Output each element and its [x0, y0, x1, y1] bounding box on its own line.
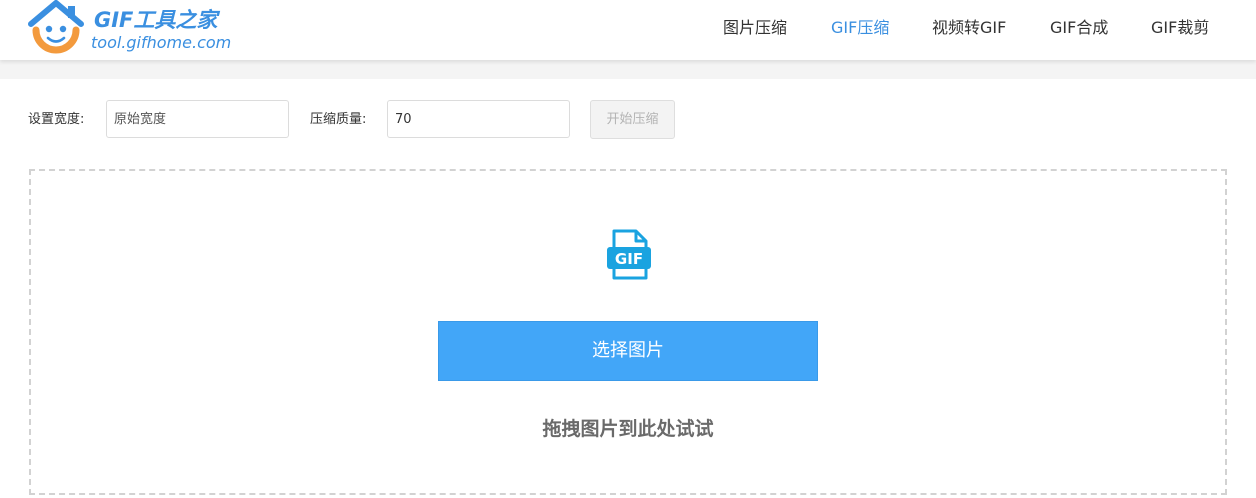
quality-input[interactable]: [387, 100, 570, 138]
nav-item-gif-compress[interactable]: GIF压缩: [831, 17, 889, 39]
drop-hint-text: 拖拽图片到此处试试: [542, 418, 714, 440]
gif-icon-text: GIF: [615, 250, 643, 268]
site-logo[interactable]: GIF工具之家 tool.gifhome.com: [28, 0, 268, 60]
nav-item-video-to-gif[interactable]: 视频转GIF: [932, 17, 1006, 39]
logo-domain: tool.gifhome.com: [91, 33, 232, 52]
gif-file-icon: GIF: [607, 229, 651, 280]
nav-item-gif-merge[interactable]: GIF合成: [1050, 17, 1108, 39]
upload-dropzone[interactable]: GIF 选择图片 拖拽图片到此处试试: [29, 169, 1227, 495]
header-divider-band: [0, 60, 1256, 79]
site-header: GIF工具之家 tool.gifhome.com 图片压缩 GIF压缩 视频转G…: [0, 0, 1256, 60]
select-image-button[interactable]: 选择图片: [438, 321, 818, 381]
compress-options: 设置宽度: 压缩质量: 开始压缩: [0, 79, 1256, 159]
quality-label: 压缩质量:: [310, 112, 367, 127]
width-label: 设置宽度:: [28, 112, 85, 127]
nav-item-gif-crop[interactable]: GIF裁剪: [1151, 17, 1209, 39]
house-face-logo-icon: [28, 0, 84, 54]
start-compress-button[interactable]: 开始压缩: [590, 100, 675, 139]
logo-title: GIF工具之家: [94, 8, 218, 32]
width-input[interactable]: [106, 100, 289, 138]
nav-item-image-compress[interactable]: 图片压缩: [723, 17, 787, 39]
